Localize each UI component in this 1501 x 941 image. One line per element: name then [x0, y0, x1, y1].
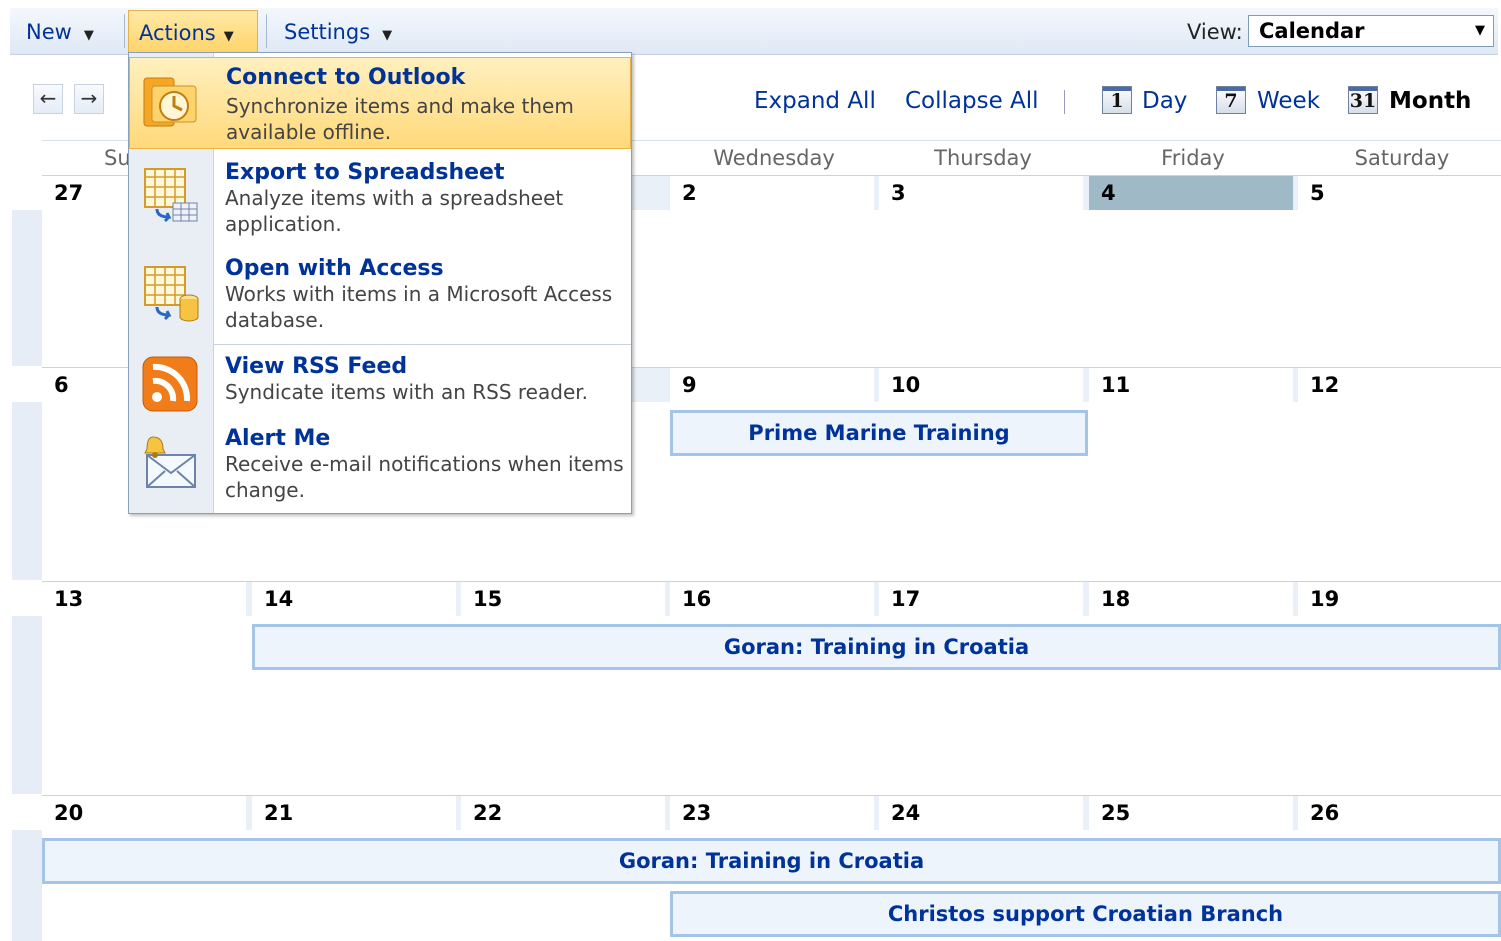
- event-goran-training-week4[interactable]: Goran: Training in Croatia: [42, 838, 1501, 884]
- new-menu-button[interactable]: New ▼: [16, 8, 120, 54]
- next-month-button[interactable]: →: [74, 84, 104, 114]
- menu-item-view-rss-feed[interactable]: View RSS Feed Syndicate items with an RS…: [129, 347, 631, 417]
- view-label: View:: [1187, 20, 1243, 44]
- date-cell[interactable]: 22: [461, 796, 665, 830]
- menu-item-description: Works with items in a Microsoft Access d…: [225, 282, 613, 332]
- date-cell[interactable]: 13: [42, 582, 246, 616]
- menu-item-export-to-spreadsheet[interactable]: Export to Spreadsheet Analyze items with…: [129, 153, 631, 245]
- list-toolbar: New ▼ Actions ▼ Settings ▼ View: Calendar ▼: [10, 8, 1498, 55]
- collapse-all-link[interactable]: Collapse All: [905, 84, 1039, 118]
- outlook-icon: [143, 77, 197, 127]
- arrow-right-icon: →: [80, 86, 98, 110]
- event-christos-support[interactable]: Christos support Croatian Branch: [670, 891, 1501, 937]
- menu-item-title: View RSS Feed: [225, 354, 408, 379]
- date-cell[interactable]: 20: [42, 796, 246, 830]
- menu-item-alert-me[interactable]: Alert Me Receive e-mail notifications wh…: [129, 419, 631, 513]
- month-view-icon[interactable]: 31: [1348, 86, 1378, 114]
- day-view-icon[interactable]: 1: [1102, 86, 1132, 114]
- week-gutter: [12, 830, 42, 941]
- view-select-value: Calendar: [1259, 19, 1365, 43]
- date-cell[interactable]: 3: [879, 176, 1083, 210]
- menu-item-title: Alert Me: [225, 426, 331, 451]
- week-view-icon[interactable]: 7: [1216, 86, 1246, 114]
- date-cell[interactable]: 26: [1298, 796, 1501, 830]
- day-view-link[interactable]: Day: [1142, 84, 1187, 118]
- settings-caret-icon: ▼: [382, 28, 393, 43]
- day-header: Wednesday: [713, 146, 835, 170]
- settings-menu-button[interactable]: Settings ▼: [274, 8, 394, 54]
- date-cell[interactable]: 18: [1089, 582, 1293, 616]
- view-select[interactable]: Calendar ▼: [1248, 15, 1494, 47]
- arrow-left-icon: ←: [39, 86, 57, 110]
- actions-menu-label: Actions: [139, 21, 216, 45]
- day-header: Friday: [1161, 146, 1225, 170]
- day-header: Thursday: [934, 146, 1032, 170]
- date-cell[interactable]: 25: [1089, 796, 1293, 830]
- week-view-link[interactable]: Week: [1257, 84, 1320, 118]
- new-caret-icon: ▼: [83, 28, 94, 43]
- menu-item-title: Connect to Outlook: [226, 65, 466, 90]
- access-icon: [144, 266, 199, 322]
- date-cell[interactable]: 5: [1298, 176, 1501, 210]
- date-cell[interactable]: 9: [670, 368, 874, 402]
- chevron-down-icon: ▼: [1475, 23, 1485, 38]
- event-prime-marine-training[interactable]: Prime Marine Training: [670, 410, 1088, 456]
- toolbar-separator: [124, 14, 125, 48]
- week-gutter: [12, 210, 42, 366]
- week-gutter: [12, 616, 42, 794]
- date-cell[interactable]: 23: [670, 796, 874, 830]
- date-cell[interactable]: 16: [670, 582, 874, 616]
- menu-item-description: Receive e-mail notifications when items …: [225, 452, 624, 502]
- new-menu-label: New: [26, 20, 72, 44]
- alert-icon: [144, 436, 196, 488]
- menu-separator: [213, 344, 631, 345]
- event-goran-training-week3[interactable]: Goran: Training in Croatia: [252, 624, 1501, 670]
- settings-menu-label: Settings: [284, 20, 371, 44]
- date-cell[interactable]: 2: [670, 176, 874, 210]
- date-cell[interactable]: 15: [461, 582, 665, 616]
- menu-item-open-with-access[interactable]: Open with Access Works with items in a M…: [129, 249, 631, 343]
- actions-caret-icon: ▼: [223, 29, 234, 44]
- date-cell[interactable]: 17: [879, 582, 1083, 616]
- week-gutter: [12, 402, 42, 580]
- date-cell[interactable]: 10: [879, 368, 1083, 402]
- rss-icon: [142, 356, 198, 412]
- nav-divider: [1064, 90, 1065, 114]
- date-cell[interactable]: 24: [879, 796, 1083, 830]
- month-view-link[interactable]: Month: [1389, 84, 1471, 118]
- previous-month-button[interactable]: ←: [33, 84, 63, 114]
- menu-item-description: Syndicate items with an RSS reader.: [225, 380, 588, 404]
- expand-all-link[interactable]: Expand All: [754, 84, 876, 118]
- spreadsheet-icon: [144, 168, 198, 223]
- menu-item-title: Open with Access: [225, 256, 444, 281]
- menu-item-description: Analyze items with a spreadsheet applica…: [225, 186, 564, 236]
- menu-item-description: Synchronize items and make them availabl…: [226, 94, 574, 144]
- date-cell[interactable]: 19: [1298, 582, 1501, 616]
- menu-item-connect-to-outlook[interactable]: Connect to Outlook Synchronize items and…: [129, 57, 631, 149]
- date-cell[interactable]: 11: [1089, 368, 1293, 402]
- date-cell[interactable]: 14: [252, 582, 456, 616]
- menu-item-title: Export to Spreadsheet: [225, 160, 505, 185]
- day-header: Saturday: [1354, 146, 1450, 170]
- date-cell[interactable]: 12: [1298, 368, 1501, 402]
- actions-menu-button[interactable]: Actions ▼: [128, 10, 258, 53]
- actions-dropdown-menu: Connect to Outlook Synchronize items and…: [128, 52, 632, 514]
- date-cell[interactable]: 4: [1089, 176, 1293, 210]
- toolbar-separator: [266, 14, 267, 48]
- date-cell[interactable]: 21: [252, 796, 456, 830]
